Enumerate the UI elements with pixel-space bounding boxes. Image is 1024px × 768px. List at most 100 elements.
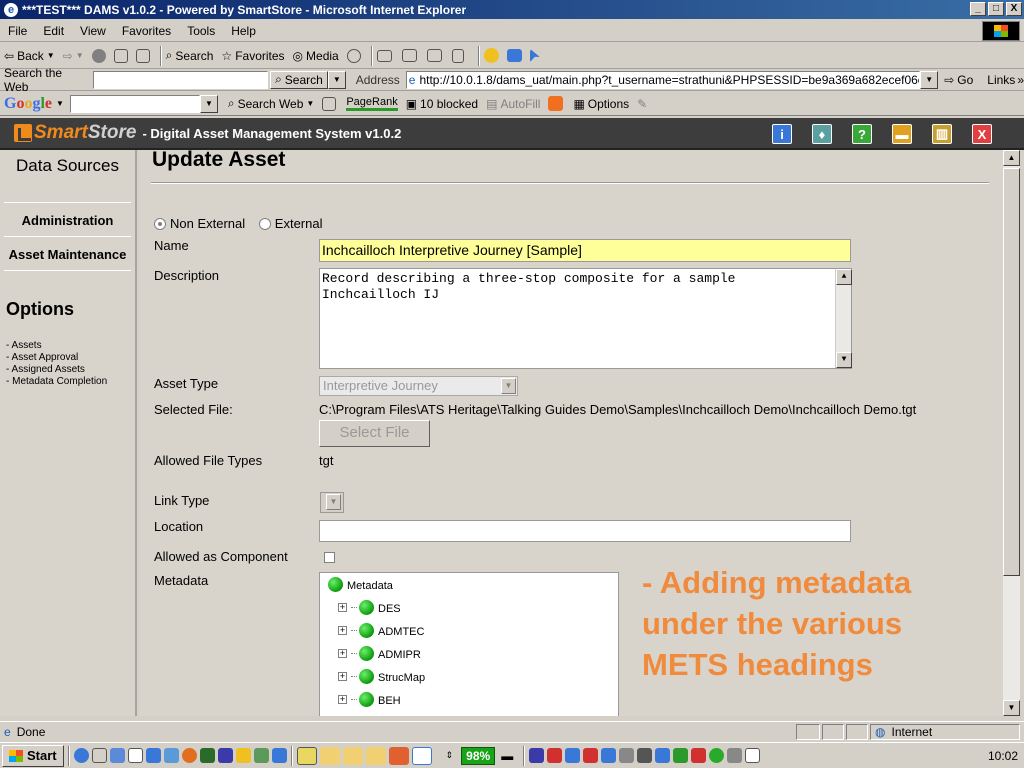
tray-icon[interactable] <box>727 748 743 763</box>
tray-icon[interactable] <box>583 748 599 763</box>
option-assigned-assets[interactable]: - Assigned Assets <box>6 364 135 376</box>
volume-icon[interactable] <box>619 748 635 763</box>
expand-icon[interactable]: + <box>338 649 347 658</box>
allowed-component-checkbox[interactable] <box>324 552 335 563</box>
chevron-down-icon[interactable]: ▼ <box>47 51 55 60</box>
option-assets[interactable]: - Assets <box>6 340 135 352</box>
app-launch-icon[interactable] <box>109 748 125 763</box>
ie-launch-icon[interactable] <box>73 748 89 763</box>
search-web-input[interactable] <box>92 70 269 89</box>
app-launch-icon[interactable] <box>199 748 215 763</box>
media-button[interactable]: ◎ Media <box>293 49 339 63</box>
address-dropdown-button[interactable]: ▼ <box>920 70 939 89</box>
outlook-icon[interactable] <box>91 748 107 763</box>
menu-help[interactable]: Help <box>223 24 264 38</box>
menu-favorites[interactable]: Favorites <box>114 24 179 38</box>
asset-type-select[interactable]: Interpretive Journey ▼ <box>319 376 518 396</box>
minimize-button[interactable]: _ <box>970 2 986 16</box>
chevron-right-icon[interactable]: » <box>1017 73 1024 87</box>
news-icon[interactable] <box>322 96 337 111</box>
chevron-down-icon[interactable]: ▼ <box>501 378 516 394</box>
tray-icon[interactable] <box>601 748 617 763</box>
pagerank-button[interactable]: PageRank <box>346 96 398 111</box>
zoom-indicator[interactable]: 98% <box>461 746 496 765</box>
chevron-down-icon[interactable]: ▼ <box>56 99 64 108</box>
expand-icon[interactable]: + <box>338 626 347 635</box>
help-icon[interactable]: ? <box>852 124 872 144</box>
chevron-down-icon[interactable]: ▼ <box>76 51 84 60</box>
close-button[interactable]: X <box>1006 2 1022 16</box>
messenger-icon[interactable] <box>483 48 499 63</box>
select-file-button[interactable]: Select File <box>319 420 430 447</box>
scroll-down-icon[interactable]: ▼ <box>1003 700 1020 716</box>
shield-icon[interactable] <box>565 748 581 763</box>
tray-icon[interactable] <box>529 748 545 763</box>
home-icon[interactable] <box>135 48 150 63</box>
media-launch-icon[interactable] <box>235 748 251 763</box>
cursor-icon[interactable] <box>529 48 540 63</box>
scroll-up-icon[interactable]: ▲ <box>1003 150 1020 166</box>
history-icon[interactable] <box>346 48 361 63</box>
sidebar-item-asset-maintenance[interactable]: Asset Maintenance <box>0 237 135 270</box>
scroll-up-icon[interactable]: ▲ <box>836 269 852 285</box>
radio-external[interactable] <box>258 218 271 230</box>
app-launch-icon[interactable] <box>163 748 179 763</box>
name-input[interactable]: Inchcailloch Interpretive Journey [Sampl… <box>319 239 851 262</box>
network-icon[interactable] <box>637 748 653 763</box>
app-launch-icon[interactable] <box>253 748 269 763</box>
forward-button[interactable]: ⇨ ▼ <box>63 49 84 63</box>
app-launch-icon[interactable] <box>217 748 233 763</box>
search-web-button[interactable]: ⌕ Search <box>270 70 328 89</box>
links-button[interactable]: Links <box>987 73 1015 87</box>
location-input[interactable] <box>319 520 851 542</box>
google-search-dropdown[interactable]: ▼ <box>199 94 218 113</box>
description-textarea[interactable]: Record describing a three-stop composite… <box>319 268 852 369</box>
expand-icon[interactable]: + <box>338 695 347 704</box>
close-app-icon[interactable]: X <box>972 124 992 144</box>
google-logo[interactable]: Google <box>4 95 52 113</box>
tree-node-root[interactable]: Metadata <box>328 577 393 592</box>
print-icon[interactable] <box>401 49 417 62</box>
search-button[interactable]: ⌕ Search <box>166 48 214 63</box>
ie-task-icon[interactable] <box>411 746 432 765</box>
expand-icon[interactable]: + <box>338 603 347 612</box>
tree-node-admipr[interactable]: + ADMIPR <box>338 646 421 661</box>
sidebar-data-sources[interactable]: Data Sources <box>0 156 135 188</box>
description-scrollbar[interactable]: ▲ ▼ <box>835 269 852 368</box>
tree-node-admtec[interactable]: + ADMTEC <box>338 623 424 638</box>
go-button[interactable]: ⇨ Go <box>944 73 973 87</box>
menu-view[interactable]: View <box>72 24 114 38</box>
favorites-button[interactable]: ☆ Favorites <box>221 49 284 63</box>
discuss-icon[interactable] <box>451 48 464 63</box>
chevron-down-icon[interactable]: ▼ <box>306 99 314 108</box>
mail-icon[interactable] <box>376 49 392 62</box>
radio-non-external[interactable] <box>154 218 166 230</box>
autofill-button[interactable]: ▤ AutoFill <box>486 97 540 111</box>
app-launch-icon[interactable] <box>271 748 287 763</box>
tray-icon[interactable] <box>673 748 689 763</box>
folder-task-icon[interactable] <box>365 746 386 765</box>
page-scrollbar[interactable]: ▲ ▼ <box>1003 150 1020 716</box>
mail-tray-icon[interactable] <box>745 748 761 763</box>
menu-tools[interactable]: Tools <box>179 24 223 38</box>
taskbar-scroll-icon[interactable]: ⇕ <box>446 750 454 761</box>
menu-edit[interactable]: Edit <box>35 24 72 38</box>
sidebar-item-administration[interactable]: Administration <box>0 203 135 236</box>
link-type-select[interactable]: ▼ <box>320 492 344 513</box>
info-icon[interactable]: i <box>772 124 792 144</box>
edit-icon[interactable] <box>426 49 442 62</box>
tray-icon[interactable] <box>655 748 671 763</box>
monitor-icon[interactable] <box>506 49 522 62</box>
back-button[interactable]: ⇦ Back ▼ <box>4 49 55 63</box>
stop-icon[interactable] <box>91 48 106 63</box>
folder-icon[interactable]: ▬ <box>892 124 912 144</box>
folder-task-icon[interactable] <box>342 746 363 765</box>
expand-icon[interactable]: + <box>338 672 347 681</box>
scrollbar-thumb[interactable] <box>1003 168 1020 576</box>
start-button[interactable]: Start <box>2 744 64 767</box>
menu-file[interactable]: File <box>0 24 35 38</box>
blogger-icon[interactable] <box>548 96 564 111</box>
chevron-down-icon[interactable]: ▼ <box>326 494 341 510</box>
scroll-down-icon[interactable]: ▼ <box>836 352 852 368</box>
popup-blocker-button[interactable]: ▣ 10 blocked <box>406 97 478 111</box>
